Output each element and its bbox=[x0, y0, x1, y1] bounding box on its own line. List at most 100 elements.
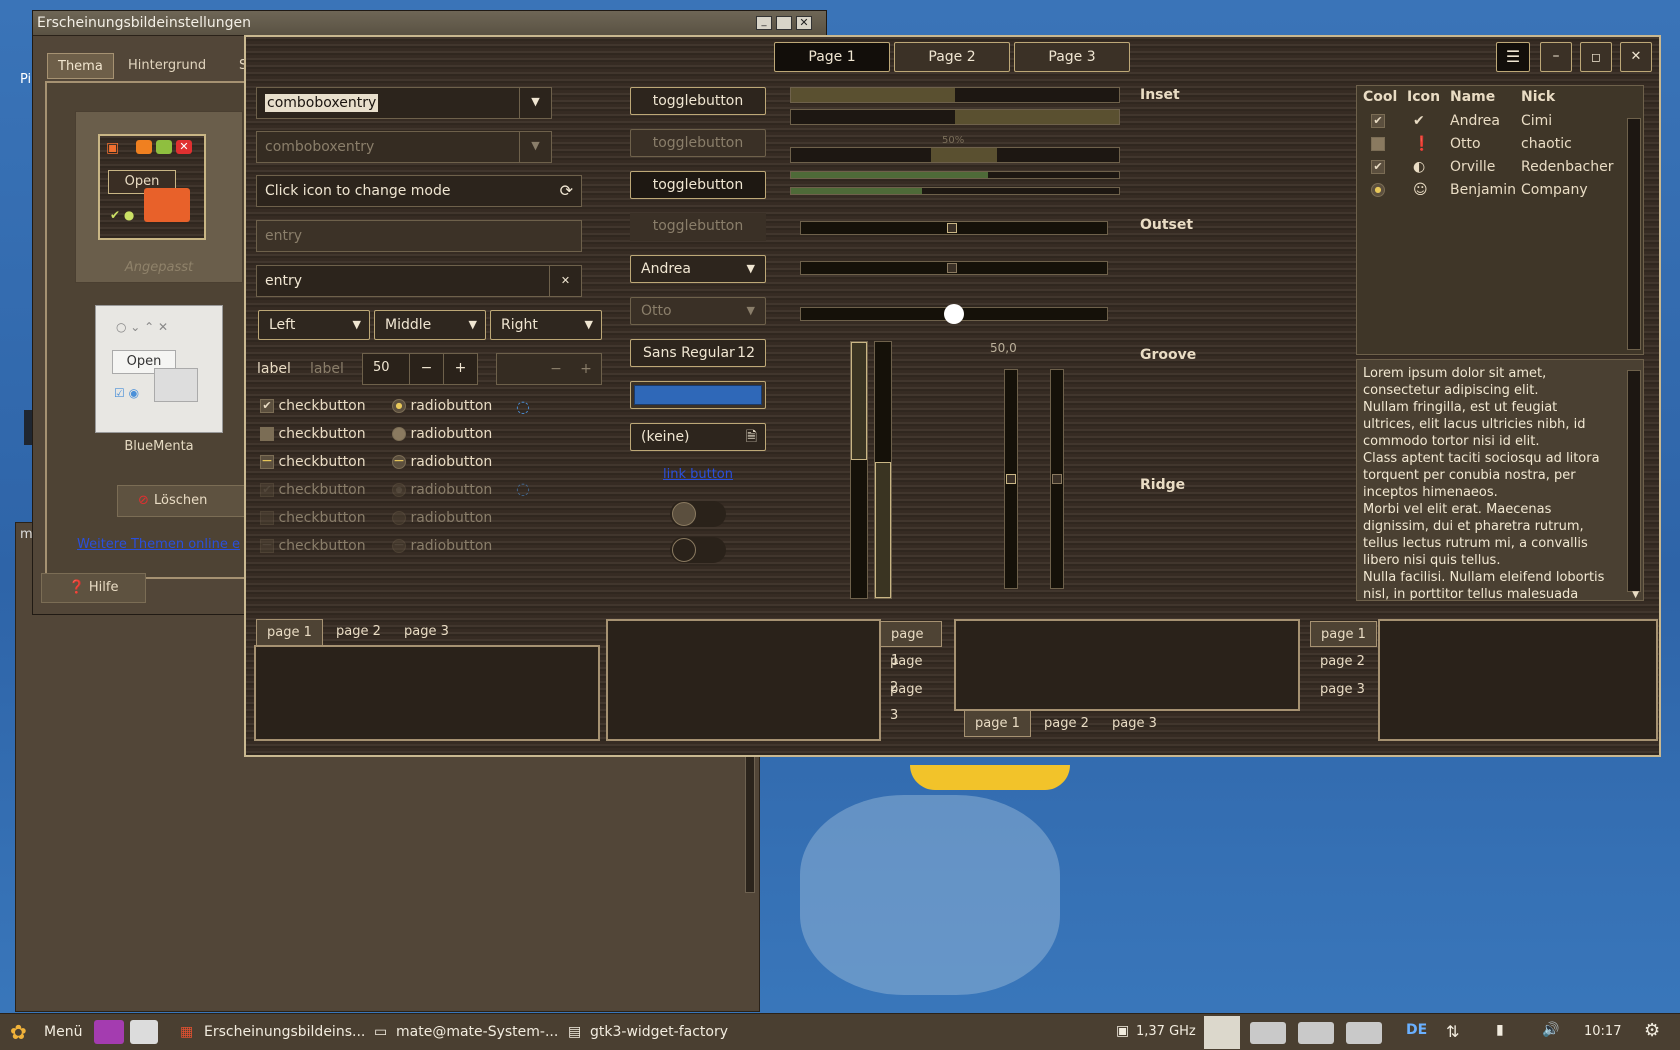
text-view[interactable]: Lorem ipsum dolor sit amet, consectetur a… bbox=[1356, 359, 1644, 601]
text-line[interactable]: ultrices, elit lacus ultricies nibh, id bbox=[1363, 416, 1625, 433]
checkbox-empty-icon[interactable] bbox=[1371, 137, 1385, 151]
combo-left[interactable]: Left ▼ bbox=[258, 310, 370, 340]
radiobutton-unselected[interactable]: radiobutton bbox=[392, 426, 492, 442]
tab-hintergrund[interactable]: Hintergrund bbox=[118, 53, 216, 79]
chevron-down-icon[interactable]: ▼ bbox=[519, 88, 551, 118]
scale-slider[interactable] bbox=[1006, 474, 1016, 484]
tree-view[interactable]: Cool Icon Name Nick ✔ ✔ Andrea Cimi ❗ Otto ch… bbox=[1356, 85, 1644, 355]
text-line[interactable]: tellus lectus rutrum mi, a convallis bbox=[1363, 535, 1625, 552]
theme-window-titlebar[interactable]: Erscheinungsbildeinstellungen _ ✕ bbox=[33, 11, 826, 36]
notebook-tab[interactable]: page 1 bbox=[964, 711, 1031, 737]
notebook-tab[interactable]: page 3 bbox=[1310, 677, 1375, 703]
gnome-foot-icon[interactable]: ✿ bbox=[10, 1020, 27, 1044]
drive-icon[interactable] bbox=[1298, 1022, 1334, 1044]
delete-button[interactable]: ⊘ Löschen bbox=[117, 485, 247, 517]
text-line[interactable]: Nulla facilisi. Nullam eleifend lobortis bbox=[1363, 569, 1625, 586]
minus-icon[interactable]: − bbox=[409, 354, 443, 384]
table-row[interactable]: ● ☺ Benjamin Company bbox=[1357, 179, 1643, 202]
notebook-tab[interactable]: page 3 bbox=[1102, 711, 1167, 737]
table-row[interactable]: ❗ Otto chaotic bbox=[1357, 133, 1643, 156]
table-row[interactable]: ✔ ✔ Andrea Cimi bbox=[1357, 110, 1643, 133]
link-button[interactable]: link button bbox=[630, 467, 766, 482]
refresh-icon[interactable]: ⟳ bbox=[560, 176, 573, 206]
column-header-icon[interactable]: Icon bbox=[1407, 86, 1440, 109]
tree-scrollbar[interactable] bbox=[1627, 118, 1641, 350]
hamburger-menu-icon[interactable]: ☰ bbox=[1496, 42, 1530, 72]
column-header-name[interactable]: Name bbox=[1450, 86, 1495, 109]
power-icon[interactable]: ▮ bbox=[1496, 1022, 1504, 1038]
settings-icon[interactable]: ⚙ bbox=[1644, 1020, 1660, 1041]
keyboard-layout-indicator[interactable]: DE bbox=[1406, 1022, 1427, 1038]
text-line[interactable]: Class aptent taciti sociosqu ad litora bbox=[1363, 450, 1625, 467]
notebook-tab[interactable]: page 2 bbox=[1310, 649, 1375, 675]
plus-icon[interactable]: + bbox=[443, 354, 477, 384]
notebook-tab[interactable]: page 3 bbox=[394, 619, 459, 645]
close-icon[interactable]: ✕ bbox=[796, 16, 812, 30]
togglebutton[interactable]: togglebutton bbox=[630, 87, 766, 115]
more-themes-link[interactable]: Weitere Themen online e bbox=[77, 537, 240, 552]
tab-page-1[interactable]: Page 1 bbox=[774, 42, 890, 72]
text-line[interactable]: consectetur adipiscing elit. bbox=[1363, 382, 1625, 399]
column-header-cool[interactable]: Cool bbox=[1363, 86, 1397, 109]
switch-off[interactable] bbox=[670, 501, 726, 527]
checkbutton-checked[interactable]: ✔ checkbutton bbox=[260, 398, 366, 414]
widget-factory-window[interactable]: Page 1 Page 2 Page 3 ☰ – ◻ ✕ comboboxent… bbox=[244, 35, 1661, 757]
help-button[interactable]: ❓ Hilfe bbox=[41, 573, 146, 603]
check-icon[interactable]: ✔ bbox=[1371, 160, 1385, 174]
scale-vertical[interactable] bbox=[1004, 369, 1018, 589]
table-row[interactable]: ✔ ◐ Orville Redenbacher bbox=[1357, 156, 1643, 179]
text-line[interactable]: inceptos himenaeos. bbox=[1363, 484, 1625, 501]
notebook-tab[interactable]: page 1 bbox=[880, 621, 942, 668]
volume-icon[interactable]: 🔊 bbox=[1542, 1022, 1559, 1038]
theme-item-bluementa[interactable]: ○ ⌄ ⌃ ✕ Open ☑ ◉ bbox=[95, 305, 223, 433]
text-line[interactable]: nisl, in porttitor tellus malesuada bbox=[1363, 586, 1625, 600]
mail-icon[interactable] bbox=[130, 1020, 158, 1044]
tab-page-2[interactable]: Page 2 bbox=[894, 42, 1010, 72]
task-widget-factory[interactable]: ▤ gtk3-widget-factory bbox=[562, 1017, 752, 1048]
scale-horizontal[interactable] bbox=[800, 221, 1108, 235]
minimize-icon[interactable]: _ bbox=[756, 16, 772, 30]
notebook-tab[interactable]: page 1 bbox=[1310, 621, 1377, 647]
file-manager-icon[interactable] bbox=[94, 1020, 124, 1044]
scale-with-marks[interactable] bbox=[800, 304, 1108, 324]
text-scrollbar[interactable] bbox=[1627, 370, 1641, 592]
close-icon[interactable]: ✕ bbox=[1620, 42, 1652, 72]
tab-page-3[interactable]: Page 3 bbox=[1014, 42, 1130, 72]
clear-icon[interactable]: ✕ bbox=[549, 266, 581, 296]
comboboxentry[interactable]: comboboxentry ▼ bbox=[256, 87, 552, 119]
entry[interactable]: entry ✕ bbox=[256, 265, 582, 297]
comboboxentry-text[interactable]: comboboxentry bbox=[265, 94, 379, 112]
scroll-down-icon[interactable]: ▼ bbox=[1632, 590, 1639, 600]
network-icon[interactable]: ⇅ bbox=[1446, 1022, 1459, 1041]
text-line[interactable]: libero nisi quis tellus. bbox=[1363, 552, 1625, 569]
minimize-icon[interactable]: – bbox=[1540, 42, 1572, 72]
text-line[interactable]: Morbi vel elit erat. Maecenas bbox=[1363, 501, 1625, 518]
maximize-icon[interactable] bbox=[776, 16, 792, 30]
notebook-tab[interactable]: page 2 bbox=[1034, 711, 1099, 737]
text-line[interactable]: dignissim, dui et pharetra rutrum, bbox=[1363, 518, 1625, 535]
notebook-tab[interactable]: page 3 bbox=[880, 677, 942, 723]
tab-thema[interactable]: Thema bbox=[47, 53, 114, 79]
scale-slider[interactable] bbox=[947, 223, 957, 233]
checkbutton-inconsistent[interactable]: − checkbutton bbox=[260, 454, 366, 470]
combo-andrea[interactable]: Andrea ▼ bbox=[630, 255, 766, 283]
combo-right[interactable]: Right ▼ bbox=[490, 310, 602, 340]
check-icon[interactable]: ✔ bbox=[1371, 114, 1385, 128]
entry-text[interactable]: entry bbox=[265, 273, 302, 289]
scale-slider[interactable] bbox=[944, 304, 964, 324]
notebook-tab[interactable]: page 1 bbox=[256, 619, 323, 645]
radiobutton-selected[interactable]: ● radiobutton bbox=[392, 398, 492, 414]
notebook-tab[interactable]: page 2 bbox=[326, 619, 391, 645]
drive-icon[interactable] bbox=[1250, 1022, 1286, 1044]
combo-middle[interactable]: Middle ▼ bbox=[374, 310, 486, 340]
radio-dot-icon[interactable]: ● bbox=[1371, 183, 1385, 197]
task-appearance[interactable]: ▦ Erscheinungsbildeins... bbox=[176, 1017, 364, 1048]
spinbutton-value[interactable]: 50 bbox=[373, 360, 390, 375]
spinbutton[interactable]: 50 − + bbox=[362, 353, 478, 385]
text-view-content[interactable]: Lorem ipsum dolor sit amet, consectetur a… bbox=[1363, 365, 1625, 600]
text-line[interactable]: torquent per conubia nostra, per bbox=[1363, 467, 1625, 484]
checkbutton-unchecked[interactable]: checkbutton bbox=[260, 426, 366, 442]
icon-entry[interactable]: Click icon to change mode ⟳ bbox=[256, 175, 582, 207]
text-line[interactable]: commodo tortor nisi id elit. bbox=[1363, 433, 1625, 450]
clock[interactable]: 10:17 bbox=[1584, 1024, 1621, 1039]
